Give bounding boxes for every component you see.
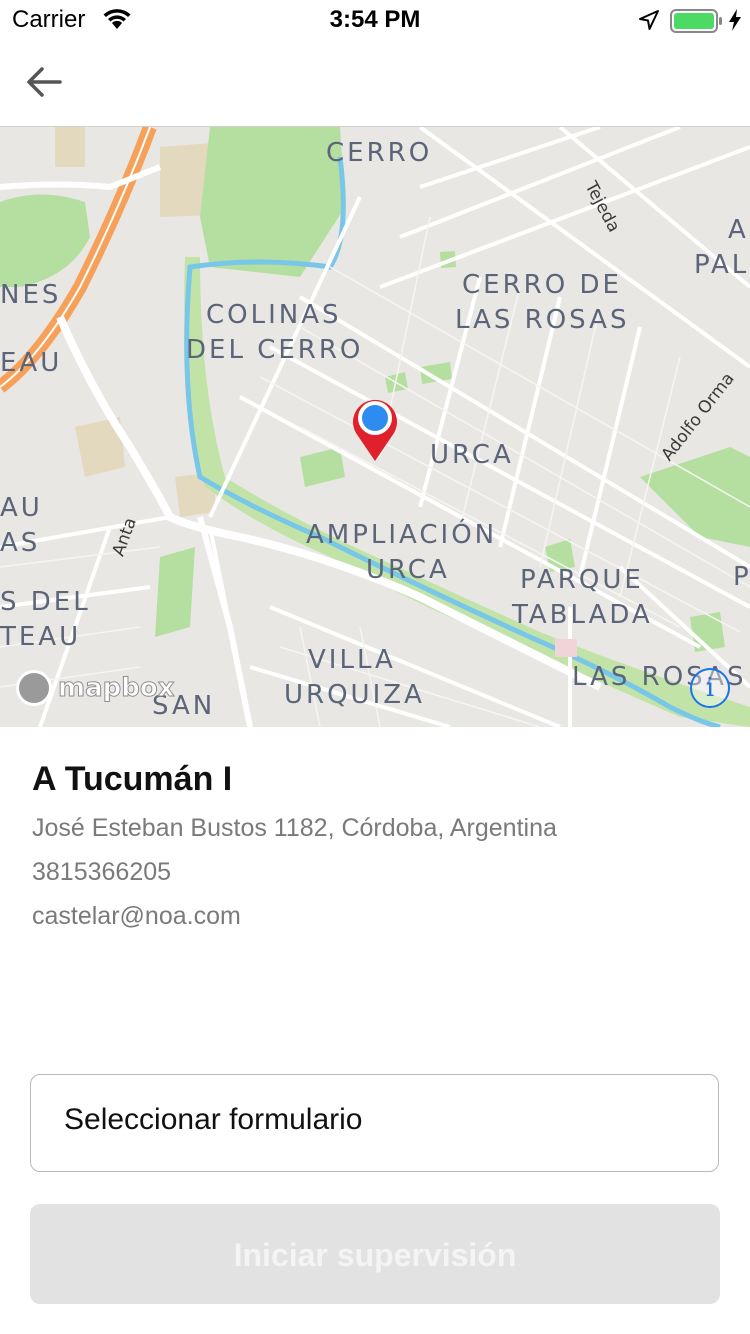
map-label-pal: PAL <box>694 250 750 280</box>
mapbox-logo[interactable]: mapbox <box>16 670 175 706</box>
charging-bolt-icon <box>728 8 742 37</box>
map-label-las-rosas: LAS ROSAS <box>455 305 630 335</box>
map-label-urquiza: URQUIZA <box>284 680 425 710</box>
map-label-tablada: TABLADA <box>512 600 653 630</box>
map-label-villa: VILLA <box>308 645 396 675</box>
map-label-urca: URCA <box>430 440 514 470</box>
map-label-cerro: CERRO <box>326 138 433 168</box>
start-supervision-button[interactable]: Iniciar supervisión <box>30 1204 720 1304</box>
status-bar: Carrier 3:54 PM <box>0 0 750 40</box>
map-label-p: P <box>733 562 750 592</box>
map-label-urca-2: URCA <box>366 555 450 585</box>
map-label-eau: EAU <box>0 348 63 378</box>
form-select-label: Seleccionar formulario <box>64 1103 363 1136</box>
mapbox-logo-text: mapbox <box>58 673 175 704</box>
back-button[interactable] <box>20 60 70 104</box>
place-name: A Tucumán I <box>32 760 233 798</box>
map-label-nes: NES <box>0 280 62 310</box>
navigation-bar <box>0 40 750 127</box>
form-select-field[interactable]: Seleccionar formulario <box>30 1074 719 1172</box>
map-label-au: AU <box>0 493 43 523</box>
place-phone: 3815366205 <box>32 858 172 886</box>
map-label-teau: TEAU <box>0 622 82 652</box>
map-label-as: AS <box>0 528 41 558</box>
place-address: José Esteban Bustos 1182, Córdoba, Argen… <box>32 814 557 842</box>
map-label-a: A <box>728 215 749 245</box>
battery-icon <box>670 9 724 38</box>
place-email: castelar@noa.com <box>32 902 241 930</box>
map-label-ampliacion: AMPLIACIÓN <box>306 520 498 550</box>
map-view[interactable]: CERRO CERRO DE LAS ROSAS COLINAS DEL CER… <box>0 127 750 727</box>
map-label-s-del: S DEL <box>0 587 91 617</box>
arrow-left-icon <box>27 67 62 97</box>
map-label-parque: PARQUE <box>520 565 644 595</box>
map-info-button[interactable]: i <box>690 668 730 708</box>
map-label-cerro-de: CERRO DE <box>462 270 622 300</box>
location-pin-icon[interactable] <box>350 395 400 463</box>
map-label-del-cerro: DEL CERRO <box>186 335 364 365</box>
location-arrow-icon <box>638 9 660 36</box>
map-label-colinas: COLINAS <box>206 300 342 330</box>
mapbox-logo-icon <box>16 670 52 706</box>
